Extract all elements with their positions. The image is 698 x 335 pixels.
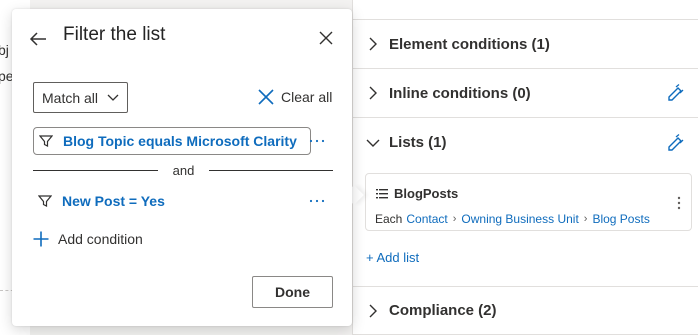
dialog-title: Filter the list (63, 24, 166, 45)
add-condition-label: Add condition (58, 231, 143, 247)
breadcrumb-link-contact[interactable]: Contact (406, 212, 447, 226)
divider-line (209, 170, 333, 171)
breadcrumb-link-owning-business-unit[interactable]: Owning Business Unit (461, 212, 578, 226)
add-condition-button[interactable]: Add condition (33, 231, 143, 247)
edit-link-icon[interactable] (667, 133, 685, 152)
list-icon (376, 188, 388, 198)
filter-list-dialog: Filter the list Match all Clear all Blog… (12, 9, 352, 326)
section-title: Lists (1) (389, 134, 447, 151)
filter-icon (39, 135, 53, 147)
condition-text: New Post = Yes (62, 193, 165, 209)
edit-link-icon[interactable] (667, 84, 685, 102)
clear-all-button[interactable]: Clear all (258, 89, 332, 105)
condition-text: Blog Topic equals Microsoft Clarity (63, 133, 297, 149)
dismiss-icon (258, 89, 274, 105)
list-card[interactable]: BlogPosts Each Contact › Owning Business… (365, 173, 692, 231)
connector-label: and (172, 163, 195, 178)
and-connector: and (33, 163, 333, 178)
each-label: Each (375, 212, 403, 226)
section-title: Inline conditions (0) (389, 84, 531, 102)
match-mode-select[interactable]: Match all (33, 82, 128, 113)
background-text-fragment: bj (0, 42, 9, 58)
section-previous (353, 0, 698, 20)
clear-all-label: Clear all (281, 89, 333, 105)
breadcrumb-separator-icon: › (452, 213, 457, 225)
list-name-row: BlogPosts (376, 186, 458, 201)
section-element-conditions[interactable]: Element conditions (1) (353, 20, 698, 69)
close-icon[interactable] (317, 29, 335, 47)
condition-row[interactable]: Blog Topic equals Microsoft Clarity (33, 127, 311, 155)
element-properties-panel: Element conditions (1) Inline conditions… (352, 0, 698, 335)
more-horizontal-icon[interactable] (309, 139, 325, 143)
list-breadcrumb: Each Contact › Owning Business Unit › Bl… (375, 212, 650, 226)
add-icon (33, 231, 49, 247)
breadcrumb-separator-icon: › (583, 213, 588, 225)
section-inline-conditions[interactable]: Inline conditions (0) (353, 69, 698, 118)
list-name: BlogPosts (394, 186, 459, 201)
divider-line (33, 170, 158, 171)
section-title: Element conditions (1) (389, 35, 550, 53)
add-list-link[interactable]: + Add list (366, 250, 419, 265)
chevron-down-icon (107, 94, 119, 101)
section-lists[interactable]: Lists (1) (353, 118, 698, 167)
match-mode-value: Match all (42, 89, 99, 106)
done-button[interactable]: Done (252, 276, 333, 308)
more-horizontal-icon[interactable] (309, 199, 325, 203)
condition-row[interactable]: New Post = Yes (33, 187, 311, 215)
chevron-right-icon (363, 301, 383, 321)
back-arrow-icon[interactable] (28, 29, 48, 49)
chevron-down-icon (363, 133, 383, 153)
breadcrumb-link-blog-posts[interactable]: Blog Posts (592, 212, 649, 226)
section-compliance[interactable]: Compliance (2) (353, 286, 698, 335)
more-vertical-icon[interactable] (677, 196, 681, 210)
chevron-right-icon (363, 34, 383, 54)
filter-icon (38, 195, 52, 207)
section-title: Compliance (2) (389, 302, 497, 319)
chevron-right-icon (363, 83, 383, 103)
